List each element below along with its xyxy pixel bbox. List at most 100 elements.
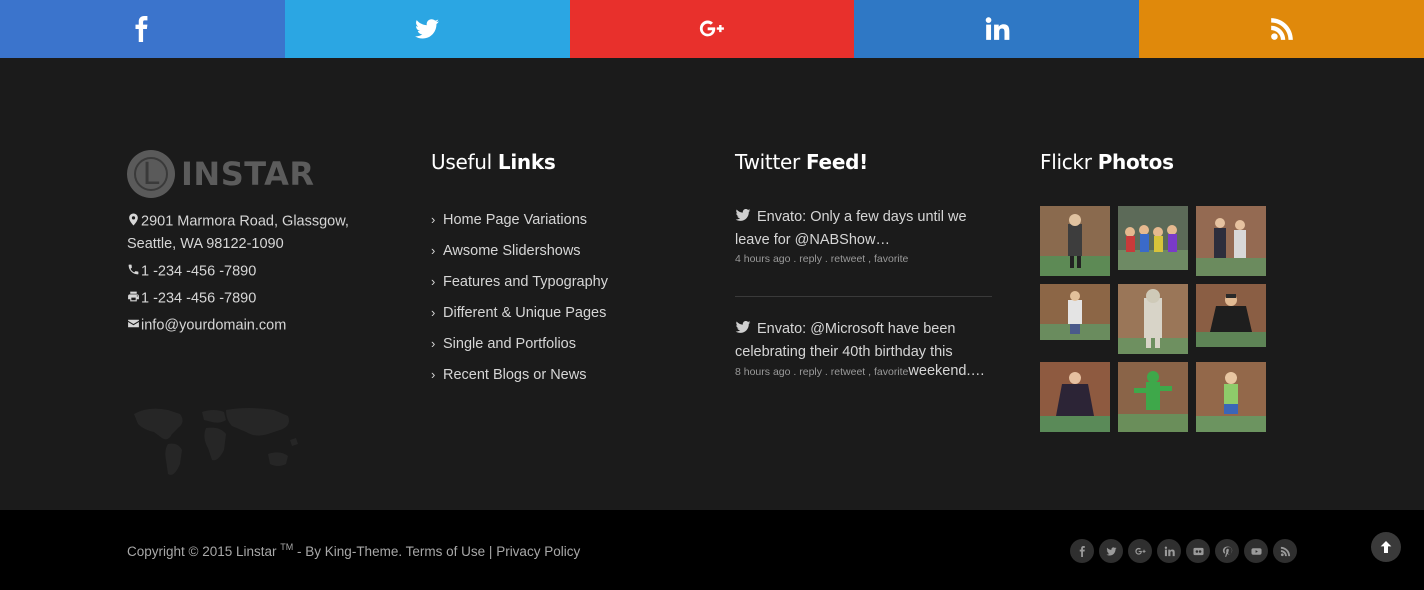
- chevron-right-icon: ›: [431, 243, 436, 258]
- tweet-meta: 8 hours ago . reply . retweet , favorite…: [735, 363, 985, 379]
- heading-bold: Feed!: [806, 150, 868, 174]
- social-share-bar: [0, 0, 1424, 58]
- map-marker-icon: [127, 210, 141, 233]
- tweet-text-line-1: Envato: @Microsoft have been: [757, 321, 956, 337]
- rss-tile[interactable]: [1139, 0, 1424, 58]
- tweet-time: 8 hours ago: [735, 366, 791, 378]
- address: 2901 Marmora Road, Glassgow, Seattle, WA…: [127, 210, 349, 256]
- heading-light: Flickr: [1040, 150, 1092, 174]
- flickr-photo[interactable]: [1040, 284, 1110, 340]
- link-label: Recent Blogs or News: [443, 367, 587, 383]
- flickr-icon: [1192, 547, 1204, 555]
- terms-of-use-link[interactable]: Terms of Use: [406, 544, 486, 559]
- heading-bold: Photos: [1097, 150, 1174, 174]
- tweet-reply-link[interactable]: reply: [799, 366, 822, 378]
- email-address[interactable]: info@yourdomain.com: [141, 317, 286, 333]
- link-label: Home Page Variations: [443, 212, 588, 228]
- twitter-feed-heading: Twitter Feed!: [735, 150, 868, 174]
- chevron-right-icon: ›: [431, 274, 436, 289]
- twitter-icon: [415, 19, 440, 39]
- google-plus-tile[interactable]: [569, 0, 855, 58]
- tweet-item: Envato: Only a few days until we leave f…: [735, 206, 993, 266]
- google-plus-icon: [1134, 547, 1146, 555]
- rss-icon: [1270, 18, 1293, 40]
- phone: 1 -234 -456 -7890: [127, 260, 256, 283]
- chevron-right-icon: ›: [431, 305, 436, 320]
- link-recent-blogs-news[interactable]: › Recent Blogs or News: [431, 367, 608, 398]
- link-home-page-variations[interactable]: › Home Page Variations: [431, 212, 608, 243]
- flickr-photo[interactable]: [1118, 362, 1188, 432]
- flickr-photo[interactable]: [1118, 206, 1188, 270]
- flickr-photo[interactable]: [1196, 284, 1266, 347]
- footer-twitter-button[interactable]: [1099, 539, 1123, 563]
- link-label: Features and Typography: [443, 274, 608, 290]
- footer-facebook-button[interactable]: [1070, 539, 1094, 563]
- link-single-portfolios[interactable]: › Single and Portfolios: [431, 336, 608, 367]
- author-credit: - By King-Theme.: [293, 544, 403, 559]
- linkedin-icon: [1164, 546, 1175, 556]
- twitter-icon: [735, 321, 751, 333]
- facebook-icon: [1079, 545, 1085, 557]
- trademark: TM: [280, 542, 294, 552]
- tweet-text-line-2: celebrating their 40th birthday this: [735, 344, 953, 360]
- footer-bottom-bar: Copyright © 2015 Linstar TM - By King-Th…: [0, 510, 1424, 590]
- fax-number: 1 -234 -456 -7890: [141, 290, 257, 307]
- email[interactable]: info@yourdomain.com: [127, 314, 286, 337]
- phone-icon: [127, 260, 141, 283]
- footer-linkedin-button[interactable]: [1157, 539, 1181, 563]
- tweet-reply-link[interactable]: reply: [799, 253, 822, 265]
- address-line-1: 2901 Marmora Road, Glassgow,: [141, 213, 349, 230]
- tweet-item: Envato: @Microsoft have been celebrating…: [735, 318, 993, 379]
- footer-google-plus-button[interactable]: [1128, 539, 1152, 563]
- twitter-icon: [735, 209, 751, 221]
- link-label: Single and Portfolios: [443, 336, 576, 352]
- link-label: Different & Unique Pages: [443, 305, 607, 321]
- linkedin-tile[interactable]: [854, 0, 1140, 58]
- logo-mark: L: [127, 150, 175, 198]
- tweet-text-tail: weekend.…: [908, 363, 985, 379]
- fax: 1 -234 -456 -7890: [127, 287, 256, 310]
- scroll-to-top-button[interactable]: [1371, 532, 1401, 562]
- address-line-2: Seattle, WA 98122-1090: [127, 236, 284, 253]
- footer-flickr-button[interactable]: [1186, 539, 1210, 563]
- twitter-icon: [1105, 546, 1117, 556]
- link-awsome-slidershows[interactable]: › Awsome Slidershows: [431, 243, 608, 274]
- twitter-tile[interactable]: [284, 0, 570, 58]
- flickr-photo[interactable]: [1040, 206, 1110, 276]
- footer-youtube-button[interactable]: [1244, 539, 1268, 563]
- privacy-policy-link[interactable]: Privacy Policy: [496, 544, 580, 559]
- pinterest-icon: [1222, 545, 1232, 557]
- footer-pinterest-button[interactable]: [1215, 539, 1239, 563]
- footer-rss-button[interactable]: [1273, 539, 1297, 563]
- flickr-photo[interactable]: [1040, 362, 1110, 432]
- chevron-right-icon: ›: [431, 212, 436, 227]
- tweet-meta: 4 hours ago . reply . retweet , favorite: [735, 253, 909, 265]
- footer-social-icons: [1070, 539, 1297, 563]
- logo-text: INSTAR: [181, 155, 315, 193]
- tweet-retweet-link[interactable]: retweet: [831, 253, 865, 265]
- flickr-heading: Flickr Photos: [1040, 150, 1174, 174]
- facebook-icon: [135, 16, 148, 42]
- chevron-right-icon: ›: [431, 367, 436, 382]
- rss-icon: [1280, 546, 1290, 556]
- facebook-tile[interactable]: [0, 0, 285, 58]
- link-label: Awsome Slidershows: [443, 243, 581, 259]
- tweet-favorite-link[interactable]: favorite: [874, 366, 908, 378]
- flickr-photo[interactable]: [1196, 206, 1266, 276]
- tweet-favorite-link[interactable]: favorite: [874, 253, 908, 265]
- tweet-time: 4 hours ago: [735, 253, 791, 265]
- copyright: Copyright © 2015 Linstar TM - By King-Th…: [127, 542, 580, 559]
- flickr-photo[interactable]: [1118, 284, 1188, 354]
- envelope-icon: [127, 314, 141, 337]
- tweet-retweet-link[interactable]: retweet: [831, 366, 865, 378]
- flickr-photo[interactable]: [1196, 362, 1266, 432]
- print-icon: [127, 287, 141, 310]
- tweet-text: Envato: Only a few days until we leave f…: [735, 209, 967, 248]
- youtube-icon: [1250, 547, 1262, 555]
- logo-letter: L: [134, 157, 168, 192]
- brand-logo[interactable]: L INSTAR: [127, 150, 314, 198]
- chevron-right-icon: ›: [431, 336, 436, 351]
- link-features-typography[interactable]: › Features and Typography: [431, 274, 608, 305]
- linkedin-icon: [985, 17, 1010, 40]
- link-different-unique-pages[interactable]: › Different & Unique Pages: [431, 305, 608, 336]
